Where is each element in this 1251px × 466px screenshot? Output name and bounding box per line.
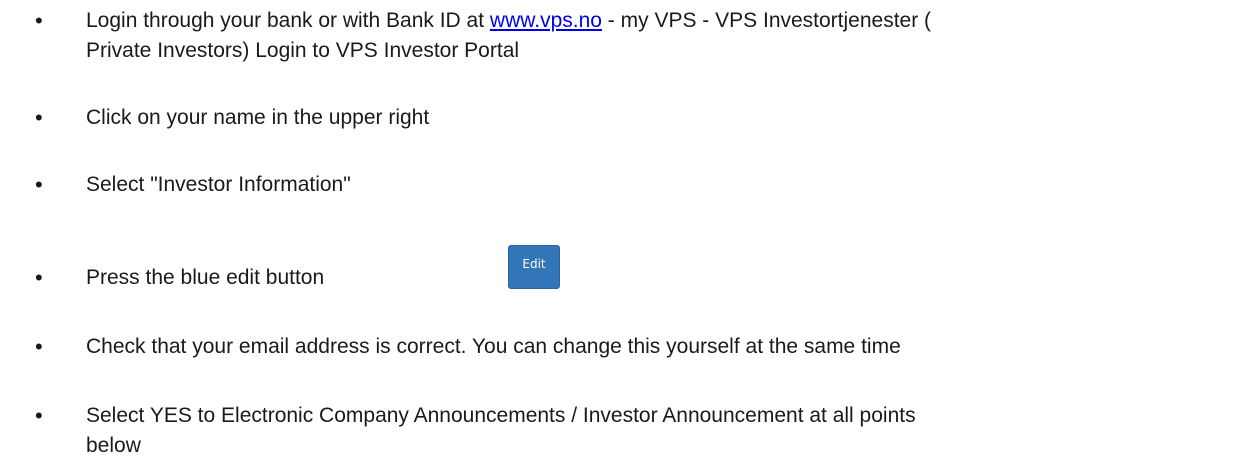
bullet-icon: • <box>35 8 43 33</box>
step-line: Login through your bank or with Bank ID … <box>86 6 1236 36</box>
bullet-icon: • <box>35 172 43 197</box>
step-text: Click on your name in the upper right <box>86 106 430 129</box>
bullet-icon: • <box>35 105 43 130</box>
step-line: Private Investors) Login to VPS Investor… <box>86 39 520 62</box>
step-text: Select "Investor Information" <box>86 173 351 196</box>
vps-link[interactable]: www.vps.no <box>490 9 602 32</box>
step-text-segment: - my VPS - VPS Investortjenester ( <box>601 9 932 32</box>
step-line: Select YES to Electronic Company Announc… <box>86 404 916 427</box>
instructions-document: • Login through your bank or with Bank I… <box>0 0 1251 466</box>
bullet-icon: • <box>35 265 43 290</box>
step-text: Check that your email address is correct… <box>86 335 901 358</box>
step-text-segment: Login through your bank or with Bank ID … <box>86 9 490 32</box>
step-line: below <box>86 434 141 457</box>
bullet-icon: • <box>35 334 43 359</box>
step-text-segment: Press the blue edit button <box>86 266 325 289</box>
step-text: Login through your bank or with Bank ID … <box>86 6 1236 66</box>
step-text: Press the blue edit button Edit <box>86 245 1236 293</box>
bullet-icon: • <box>35 403 43 428</box>
edit-button[interactable]: Edit <box>508 245 560 289</box>
step-text: Select YES to Electronic Company Announc… <box>86 401 1236 461</box>
